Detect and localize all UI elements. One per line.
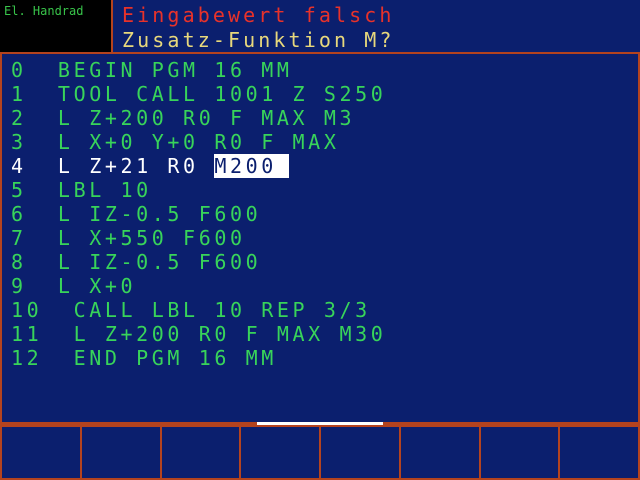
program-line-9[interactable]: 9 L X+0: [11, 274, 136, 298]
program-line-text: 4 L Z+21 R0: [11, 154, 215, 178]
program-line-text: 2 L Z+200 R0 F MAX M3: [11, 106, 356, 130]
program-line-text: 8 L IZ-0.5 F600: [11, 250, 262, 274]
program-line-5[interactable]: 5 LBL 10: [11, 178, 152, 202]
program-line-1[interactable]: 1 TOOL CALL 1001 Z S250: [11, 82, 386, 106]
program-line-3[interactable]: 3 L X+0 Y+0 R0 F MAX: [11, 130, 339, 154]
program-line-10[interactable]: 10 CALL LBL 10 REP 3/3: [11, 298, 371, 322]
program-line-6[interactable]: 6 L IZ-0.5 F600: [11, 202, 261, 226]
softkey-2[interactable]: [81, 424, 162, 478]
program-line-4-active[interactable]: 4 L Z+21 R0 M200: [11, 154, 289, 178]
program-line-0[interactable]: 0 BEGIN PGM 16 MM: [11, 58, 293, 82]
softkey-page-indicator: [257, 422, 383, 425]
program-line-8[interactable]: 8 L IZ-0.5 F600: [11, 250, 261, 274]
program-line-11[interactable]: 11 L Z+200 R0 F MAX M30: [11, 322, 386, 346]
softkey-3[interactable]: [161, 424, 242, 478]
softkey-4[interactable]: [241, 424, 321, 478]
softkey-6[interactable]: [400, 424, 481, 478]
program-line-text: 1 TOOL CALL 1001 Z S250: [11, 82, 387, 106]
program-line-text: 9 L X+0: [11, 274, 137, 298]
program-line-text: 5 LBL 10: [11, 178, 152, 202]
program-line-text: 10 CALL LBL 10 REP 3/3: [11, 298, 371, 322]
program-line-2[interactable]: 2 L Z+200 R0 F MAX M3: [11, 106, 355, 130]
operating-mode-label: El. Handrad: [4, 4, 84, 18]
program-line-text: 7 L X+550 F600: [11, 226, 246, 250]
program-line-text: 3 L X+0 Y+0 R0 F MAX: [11, 130, 340, 154]
program-line-7[interactable]: 7 L X+550 F600: [11, 226, 246, 250]
softkey-8[interactable]: [560, 424, 638, 478]
softkey-1[interactable]: [2, 424, 82, 478]
program-listing: 0 BEGIN PGM 16 MM 1 TOOL CALL 1001 Z S25…: [0, 54, 640, 422]
operating-mode-box: El. Handrad: [0, 0, 113, 54]
program-line-text: 12 END PGM 16 MM: [11, 346, 277, 370]
softkey-7[interactable]: [480, 424, 561, 478]
softkey-bar: [0, 422, 640, 480]
input-prompt: Zusatz-Funktion M?: [122, 28, 395, 52]
program-line-12[interactable]: 12 END PGM 16 MM: [11, 346, 277, 370]
program-line-text: 11 L Z+200 R0 F MAX M30: [11, 322, 387, 346]
softkey-5[interactable]: [321, 424, 401, 478]
program-line-text: 0 BEGIN PGM 16 MM: [11, 58, 293, 82]
cnc-screen: El. Handrad Eingabewert falsch Zusatz-Fu…: [0, 0, 640, 480]
error-message: Eingabewert falsch: [122, 3, 395, 27]
input-cursor-field[interactable]: M200: [214, 154, 289, 178]
program-line-text: 6 L IZ-0.5 F600: [11, 202, 262, 226]
message-header: Eingabewert falsch Zusatz-Funktion M?: [113, 0, 640, 54]
